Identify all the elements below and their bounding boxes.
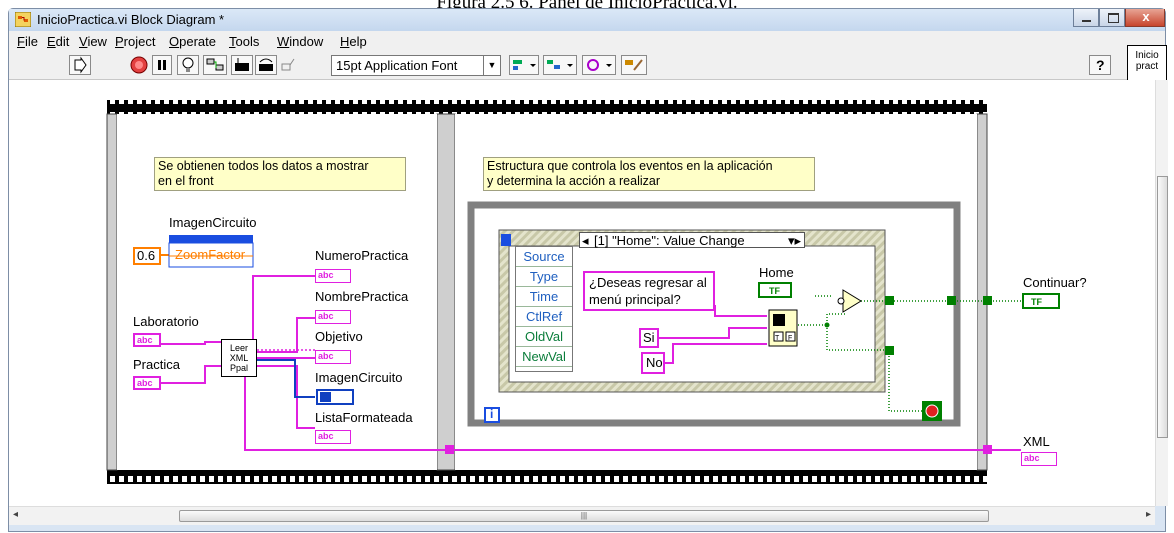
abort-icon[interactable] [129,55,149,75]
maximize-icon[interactable] [1099,9,1125,27]
diagram-canvas[interactable]: T F Se obtienen todos los datos a mostra… [9,80,1155,506]
font-select[interactable]: 15pt Application Font ▼ [331,55,501,76]
vertical-scrollbar[interactable] [1155,80,1168,506]
vertical-scroll-thumb[interactable] [1157,176,1168,438]
numero-practica-indicator[interactable]: abc [315,269,351,283]
svg-text:?: ? [1096,57,1105,73]
dialog-message-constant[interactable]: ¿Deseas regresar al menú principal? [583,271,715,311]
sequence-right-edge [976,113,988,471]
frame1-note: Se obtienen todos los datos a mostrar en… [154,157,406,191]
xml-label: XML [1023,434,1050,449]
menu-view[interactable]: View [79,34,107,49]
practica-control[interactable]: abc [133,376,161,390]
practica-label: Practica [133,357,180,372]
home-label: Home [759,265,794,280]
block-diagram-window: InicioPractica.vi Block Diagram * x File… [8,8,1168,532]
menu-tools[interactable]: Tools [229,34,259,49]
close-icon[interactable]: x [1125,9,1165,27]
event-field-source[interactable]: Source [516,247,572,267]
scroll-left-icon[interactable]: ◂ [13,509,18,520]
scroll-right-icon[interactable]: ▸ [1146,509,1151,520]
window-title: InicioPractica.vi Block Diagram * [37,12,225,27]
distribute-icon[interactable] [543,55,577,75]
minimize-icon[interactable] [1073,9,1099,27]
event-field-time[interactable]: Time [516,287,572,307]
vi-icon-line1: Inicio [1135,50,1159,61]
event-field-oldval[interactable]: OldVal [516,327,572,347]
zoom-factor-property[interactable]: ZoomFactor [175,247,245,262]
event-case-label: [1] "Home": Value Change [594,233,745,248]
objetivo-indicator[interactable]: abc [315,350,351,364]
imagen-circuito-property-label: ImagenCircuito [169,215,257,230]
continuar-indicator[interactable]: TF [1031,297,1042,307]
sequence-divider [436,113,456,471]
laboratorio-control[interactable]: abc [133,333,161,347]
highlight-bulb-icon[interactable] [177,55,199,75]
sequence-film-bottom [107,470,987,484]
font-select-value: 15pt Application Font [336,58,458,73]
zoom-constant[interactable]: 0.6 [133,247,161,265]
si-constant[interactable]: Si [639,328,659,348]
event-case-prev-icon[interactable]: ◂ [582,233,589,249]
laboratorio-label: Laboratorio [133,314,199,329]
horizontal-scrollbar[interactable]: ◂ ||| ▸ [9,506,1155,525]
numero-practica-label: NumeroPractica [315,248,409,263]
reorder-icon[interactable] [582,55,616,75]
home-terminal[interactable]: TF [769,286,780,296]
frame2-note: Estructura que controla los eventos en l… [483,157,815,191]
nombre-practica-label: NombrePractica [315,289,409,304]
horizontal-scroll-thumb[interactable]: ||| [179,510,989,522]
stop-terminal-icon [925,404,939,418]
lista-formateada-indicator[interactable]: abc [315,430,351,444]
run-arrow-icon[interactable] [69,55,91,75]
xml-indicator[interactable]: abc [1021,452,1057,466]
cleanup-icon[interactable] [621,55,647,75]
retain-wire-icon[interactable] [203,55,227,75]
menu-help[interactable]: Help [340,34,367,49]
event-field-newval[interactable]: NewVal [516,347,572,367]
event-field-type[interactable]: Type [516,267,572,287]
vi-icon-line2: pract [1135,61,1159,72]
step-out-icon[interactable] [279,55,299,75]
context-help-icon[interactable]: ? [1089,55,1111,75]
nombre-practica-indicator[interactable]: abc [315,310,351,324]
svg-text:T: T [775,335,780,342]
toolbar: 15pt Application Font ▼ ? [9,53,1165,80]
menu-operate[interactable]: Operate [169,34,216,49]
menu-edit[interactable]: Edit [47,34,69,49]
event-data-node: Source Type Time CtlRef OldVal NewVal [515,246,573,372]
lista-formateada-label: ListaFormateada [315,410,413,425]
objetivo-label: Objetivo [315,329,363,344]
event-case-selector[interactable]: [1] "Home": Value Change ▾▸ ◂ [579,232,805,248]
no-constant[interactable]: No [641,352,665,374]
sequence-left-edge [106,113,118,471]
imagen-circuito-label: ImagenCircuito [315,370,403,385]
loop-iteration-terminal: i [490,407,494,421]
svg-text:F: F [788,335,792,342]
sequence-film-top [107,100,987,114]
pause-icon[interactable] [152,55,172,75]
event-field-ctlref[interactable]: CtlRef [516,307,572,327]
title-bar: InicioPractica.vi Block Diagram * x [9,9,1165,31]
menu-window[interactable]: Window [277,34,323,49]
leer-xml-subvi[interactable]: Leer XML Ppal [221,339,257,377]
menu-bar: File Edit View Project Operate Tools Win… [9,31,1165,53]
labview-app-icon [15,12,31,27]
menu-file[interactable]: File [17,34,38,49]
align-icon[interactable] [509,55,539,75]
vi-icon[interactable]: Inicio pract [1127,45,1167,81]
menu-project[interactable]: Project [115,34,155,49]
step-into-icon[interactable] [231,55,253,75]
event-case-dropdown-icon[interactable]: ▾▸ [788,233,801,249]
step-over-icon[interactable] [255,55,277,75]
continuar-label: Continuar? [1023,275,1087,290]
chevron-down-icon[interactable]: ▼ [483,56,500,75]
diagram-graphics: T F [106,100,1060,484]
